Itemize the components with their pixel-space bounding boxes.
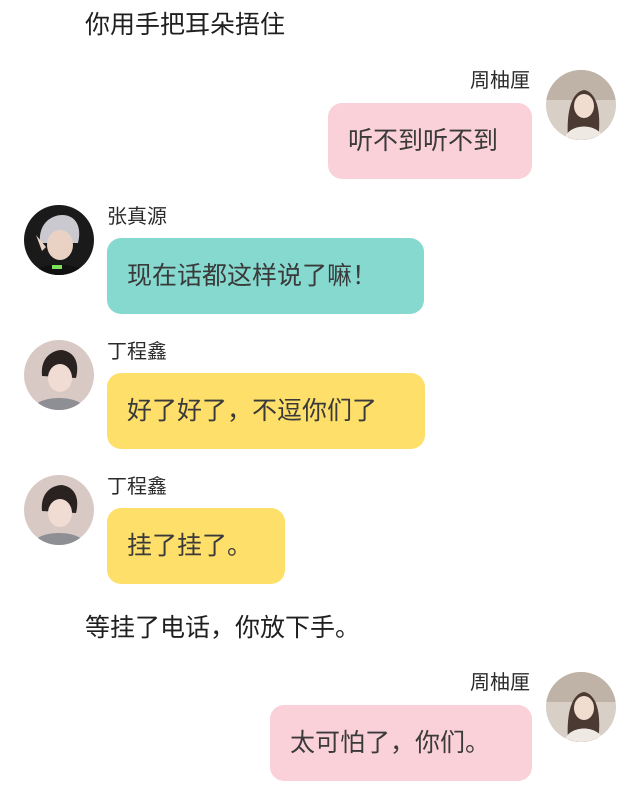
avatar[interactable] [546,70,616,140]
chat-bubble[interactable]: 好了好了，不逗你们了 [107,373,425,449]
chat-bubble[interactable]: 太可怕了，你们。 [270,705,532,781]
avatar[interactable] [24,475,94,545]
sender-name: 丁程鑫 [107,474,167,498]
narration-text: 你用手把耳朵捂住 [85,10,286,39]
avatar[interactable] [24,340,94,410]
girl-portrait-avatar-icon [546,70,616,140]
narration-text: 等挂了电话，你放下手。 [85,613,361,642]
sender-name: 周柚厘 [470,68,530,92]
avatar[interactable] [24,205,94,275]
sender-name: 张真源 [107,204,167,228]
chat-bubble[interactable]: 现在话都这样说了嘛！ [107,238,424,314]
chat-bubble[interactable]: 听不到听不到 [328,103,532,179]
avatar[interactable] [546,672,616,742]
girl-portrait-avatar-icon [546,672,616,742]
sender-name: 丁程鑫 [107,339,167,363]
chat-bubble[interactable]: 挂了挂了。 [107,508,285,584]
silver-hair-avatar-icon [24,205,94,275]
dark-hair-avatar-icon [24,340,94,410]
dark-hair-avatar-icon [24,475,94,545]
sender-name: 周柚厘 [470,670,530,694]
